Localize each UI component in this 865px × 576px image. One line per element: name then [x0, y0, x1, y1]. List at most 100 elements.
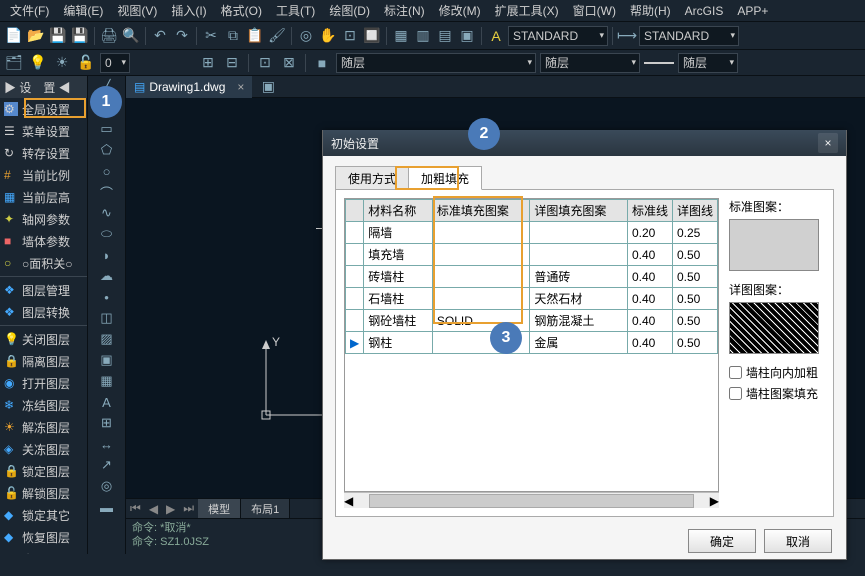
- sidebar-item-save-settings[interactable]: ↻转存设置: [0, 142, 87, 164]
- undo-icon[interactable]: ↶: [150, 26, 170, 46]
- wall-tool-icon[interactable]: ▬: [98, 498, 116, 516]
- col-material[interactable]: 材料名称: [364, 200, 433, 222]
- close-tab-icon[interactable]: ×: [237, 80, 244, 94]
- tab-nav-last-icon[interactable]: ⏭: [179, 499, 198, 518]
- save-icon[interactable]: 💾: [48, 26, 68, 46]
- pan-icon[interactable]: ✋: [318, 26, 338, 46]
- spline-tool-icon[interactable]: ∿: [98, 204, 116, 222]
- designcenter-icon[interactable]: ▥: [413, 26, 433, 46]
- color-swatch-icon[interactable]: ■: [312, 53, 332, 73]
- polygon-tool-icon[interactable]: ⬠: [98, 141, 116, 159]
- sidebar-item-thaw-layer[interactable]: ☀解冻图层: [0, 416, 87, 438]
- layer-freeze-icon[interactable]: ⊠: [279, 53, 299, 73]
- dialog-titlebar[interactable]: 初始设置 ×: [323, 130, 846, 156]
- region-tool-icon[interactable]: ▣: [98, 351, 116, 369]
- lock-icon[interactable]: 🔓: [76, 53, 96, 73]
- chk-pattern-fill[interactable]: 墙柱图案填充: [729, 385, 825, 402]
- cut-icon[interactable]: ✂: [201, 26, 221, 46]
- ellipse-arc-icon[interactable]: ◗: [98, 246, 116, 264]
- chk-inward-bold[interactable]: 墙柱向内加粗: [729, 364, 825, 381]
- tab-layout1[interactable]: 布局1: [241, 499, 290, 519]
- tab-nav-prev-icon[interactable]: ◀: [145, 500, 162, 518]
- cancel-button[interactable]: 取消: [764, 529, 832, 553]
- zoom-icon[interactable]: ◎: [296, 26, 316, 46]
- dim-style-icon[interactable]: ⟼: [617, 26, 637, 46]
- arc-tool-icon[interactable]: ⌒: [98, 183, 116, 201]
- menu-modify[interactable]: 修改(M): [433, 0, 487, 21]
- leader-tool-icon[interactable]: ↗: [98, 456, 116, 474]
- table-row[interactable]: 隔墙0.200.25: [346, 222, 718, 244]
- table-row[interactable]: 砖墙柱普通砖0.400.50: [346, 266, 718, 288]
- layer-combo[interactable]: 0: [100, 53, 130, 73]
- saveas-icon[interactable]: 💾: [70, 26, 90, 46]
- paste-icon[interactable]: 📋: [245, 26, 265, 46]
- ellipse-tool-icon[interactable]: ⬭: [98, 225, 116, 243]
- redo-icon[interactable]: ↷: [172, 26, 192, 46]
- sidebar-item-all-on-layer[interactable]: ◆全开图层: [0, 548, 87, 554]
- col-std-fill[interactable]: 标准填充图案: [432, 200, 530, 222]
- new-tab-icon[interactable]: ▣: [258, 77, 278, 97]
- sidebar-item-iso-layer[interactable]: 🔒隔离图层: [0, 350, 87, 372]
- sun-icon[interactable]: ☀: [52, 53, 72, 73]
- revcloud-tool-icon[interactable]: ☁: [98, 267, 116, 285]
- sidebar-item-lock-other[interactable]: ◆锁定其它: [0, 504, 87, 526]
- menu-file[interactable]: 文件(F): [4, 0, 55, 21]
- toolpal-icon[interactable]: ▤: [435, 26, 455, 46]
- table-row[interactable]: 石墙柱天然石材0.400.50: [346, 288, 718, 310]
- table-row[interactable]: 钢砼墙柱SOLID钢筋混凝土0.400.50: [346, 310, 718, 332]
- menu-tools[interactable]: 工具(T): [270, 0, 321, 21]
- sidebar-item-global-settings[interactable]: ⚙全局设置: [0, 98, 87, 120]
- dim-tool-icon[interactable]: ↔: [98, 435, 116, 453]
- menu-insert[interactable]: 插入(I): [165, 0, 212, 21]
- sidebar-item-unlock-layer[interactable]: 🔓解锁图层: [0, 482, 87, 504]
- copy-icon[interactable]: ⧉: [223, 26, 243, 46]
- table-tool-icon[interactable]: ▦: [98, 372, 116, 390]
- menu-app-plus[interactable]: APP+: [731, 2, 774, 20]
- menu-format[interactable]: 格式(O): [215, 0, 268, 21]
- sidebar-item-layer-manage[interactable]: ❖图层管理: [0, 279, 87, 301]
- col-std-line[interactable]: 标准线: [627, 200, 672, 222]
- sidebar-item-freeze-layer[interactable]: ❄冻结图层: [0, 394, 87, 416]
- axis-tool-icon[interactable]: ◎: [98, 477, 116, 495]
- layer-off-icon[interactable]: ⊡: [255, 53, 275, 73]
- menu-window[interactable]: 窗口(W): [567, 0, 622, 21]
- sidebar-item-area-toggle[interactable]: ○○面积关○: [0, 252, 87, 274]
- menu-view[interactable]: 视图(V): [111, 0, 163, 21]
- tab-nav-next-icon[interactable]: ▶: [162, 500, 179, 518]
- sidebar-item-menu-settings[interactable]: ☰菜单设置: [0, 120, 87, 142]
- sidebar-item-floor-height[interactable]: ▦当前层高: [0, 186, 87, 208]
- print-icon[interactable]: 🖨: [99, 26, 119, 46]
- props-icon[interactable]: ▦: [391, 26, 411, 46]
- std-swatch[interactable]: [729, 219, 819, 271]
- sidebar-item-restore-layer[interactable]: ◆恢复图层: [0, 526, 87, 548]
- block-tool-icon[interactable]: ◫: [98, 309, 116, 327]
- dim-style-combo[interactable]: STANDARD: [639, 26, 739, 46]
- dialog-close-button[interactable]: ×: [818, 133, 838, 153]
- sheet-icon[interactable]: ▣: [457, 26, 477, 46]
- menu-help[interactable]: 帮助(H): [624, 0, 677, 21]
- table-row[interactable]: ▶钢柱金属0.400.50: [346, 332, 718, 354]
- rect-tool-icon[interactable]: ▭: [98, 120, 116, 138]
- material-table[interactable]: 材料名称 标准填充图案 详图填充图案 标准线 详图线 隔墙0.200.25 填充…: [344, 198, 719, 492]
- menu-arcgis[interactable]: ArcGIS: [679, 2, 730, 20]
- point-tool-icon[interactable]: •: [98, 288, 116, 306]
- preview-icon[interactable]: 🔍: [121, 26, 141, 46]
- table-hscrollbar[interactable]: ◀▶: [344, 492, 719, 508]
- layer-props-icon[interactable]: 🗂: [4, 53, 24, 73]
- new-icon[interactable]: 📄: [4, 26, 24, 46]
- menu-express[interactable]: 扩展工具(X): [489, 0, 565, 21]
- linetype-combo[interactable]: 随层: [540, 53, 640, 73]
- xref-tool-icon[interactable]: ⊞: [98, 414, 116, 432]
- circle-tool-icon[interactable]: ○: [98, 162, 116, 180]
- lineweight-combo[interactable]: 随层: [678, 53, 738, 73]
- layer-prev-icon[interactable]: ⊟: [222, 53, 242, 73]
- color-combo[interactable]: 随层: [336, 53, 536, 73]
- match-icon[interactable]: 🖌: [267, 26, 287, 46]
- col-detail-fill[interactable]: 详图填充图案: [530, 200, 628, 222]
- sidebar-item-grid-params[interactable]: ✦轴网参数: [0, 208, 87, 230]
- det-swatch[interactable]: [729, 302, 819, 354]
- table-row[interactable]: 填充墙0.400.50: [346, 244, 718, 266]
- text-style-icon[interactable]: A: [486, 26, 506, 46]
- tab-nav-first-icon[interactable]: ⏮: [126, 499, 145, 518]
- document-tab[interactable]: ▤ Drawing1.dwg ×: [126, 76, 252, 98]
